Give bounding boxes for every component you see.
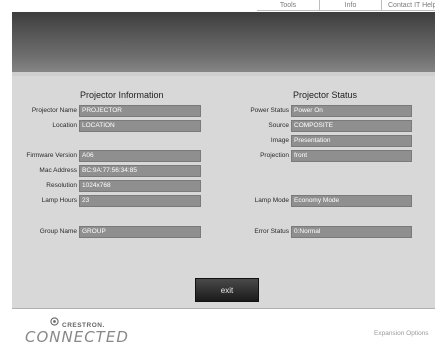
projector-status-title: Projector Status — [293, 90, 358, 100]
projector-information-title: Projector Information — [80, 90, 164, 100]
exit-button[interactable]: exit — [195, 278, 259, 302]
tab-tools[interactable]: Tools — [257, 0, 319, 11]
mac-address-label: Mac Address — [39, 167, 77, 174]
tab-info[interactable]: Info — [319, 0, 381, 11]
error-status-label: Error Status — [254, 228, 289, 235]
projector-name-label: Projector Name — [31, 107, 77, 114]
group-name-field[interactable]: GROUP — [79, 226, 201, 238]
source-label: Source — [268, 122, 289, 129]
firmware-version-field: A06 — [79, 150, 201, 162]
power-status-field: Power On — [291, 105, 412, 117]
mac-address-field: BC:9A:77:56:34:85 — [79, 165, 201, 177]
brand-connected: CONNECTED — [25, 328, 129, 346]
projection-label: Projection — [260, 152, 289, 159]
projector-name-field[interactable]: PROJECTOR — [79, 105, 201, 117]
source-field: COMPOSITE — [291, 120, 412, 132]
firmware-version-label: Firmware Version — [26, 152, 77, 159]
image-field: Presentation — [291, 135, 412, 147]
projection-field: front — [291, 150, 412, 162]
error-status-field: 0:Normal — [291, 226, 412, 238]
group-name-label: Group Name — [39, 228, 77, 235]
lamp-hours-field: 23 — [79, 195, 201, 207]
lamp-mode-label: Lamp Mode — [254, 197, 289, 204]
expansion-options-link[interactable]: Expansion Options — [374, 330, 429, 337]
resolution-label: Resolution — [46, 182, 77, 189]
footer: CRESTRON. CONNECTED Expansion Options — [12, 310, 435, 349]
app-window: Tools Info Contact IT Help Projector Inf… — [12, 0, 435, 349]
power-status-label: Power Status — [250, 107, 289, 114]
crestron-logo-icon — [50, 317, 59, 326]
header-banner — [12, 12, 435, 72]
lamp-mode-field: Economy Mode — [291, 195, 412, 207]
tab-contact-it-help[interactable]: Contact IT Help — [381, 0, 435, 11]
image-label: Image — [270, 137, 289, 144]
main-panel: Projector Information Projector Status P… — [12, 76, 435, 309]
resolution-field: 1024x768 — [79, 180, 201, 192]
location-field[interactable]: LOCATION — [79, 120, 201, 132]
lamp-hours-label: Lamp Hours — [41, 197, 77, 204]
top-nav: Tools Info Contact IT Help — [12, 0, 435, 12]
location-label: Location — [52, 122, 77, 129]
